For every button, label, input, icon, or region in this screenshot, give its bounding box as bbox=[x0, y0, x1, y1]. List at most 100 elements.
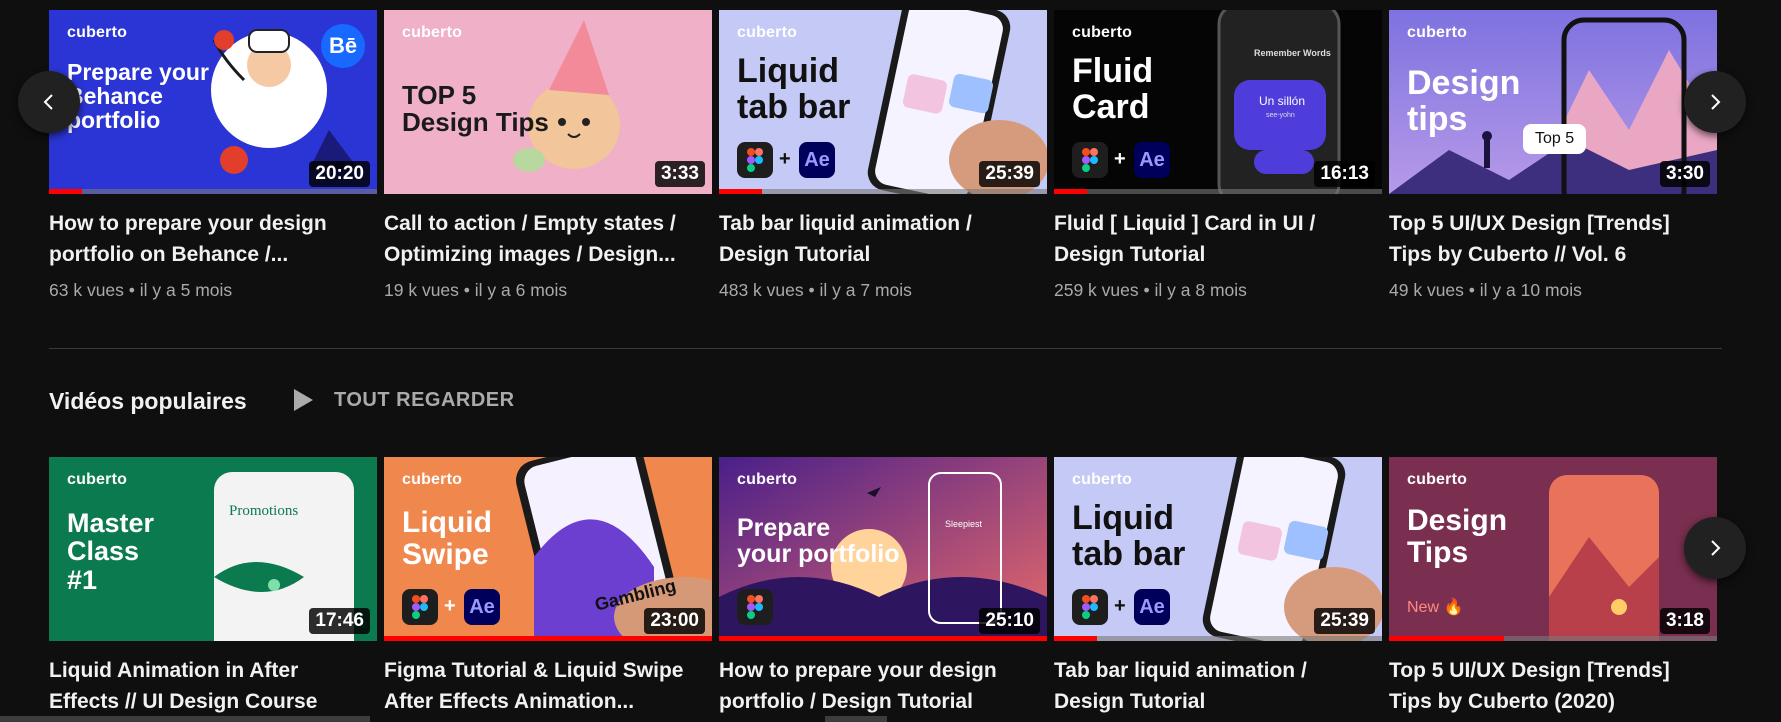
video-thumbnail[interactable]: cuberto Liquid tab bar + Ae 25:39 bbox=[719, 10, 1047, 194]
video-thumbnail[interactable]: cuberto Prepare your Behance portfolio B… bbox=[49, 10, 377, 194]
watch-progress bbox=[719, 189, 1047, 194]
shelf-next-button[interactable] bbox=[1684, 71, 1746, 133]
video-meta: 483 k vues • il y a 7 mois bbox=[719, 280, 912, 300]
video-thumbnail[interactable]: cuberto Liquid tab bar + Ae 25:39 bbox=[1054, 457, 1382, 641]
video-card[interactable]: cuberto Promotions Master Class #1 17:46… bbox=[49, 457, 377, 717]
shelf-prev-button[interactable] bbox=[18, 71, 80, 133]
upload-age: il y a 8 mois bbox=[1154, 280, 1247, 300]
video-duration: 20:20 bbox=[309, 161, 370, 187]
video-title[interactable]: Tab bar liquid animation / Design Tutori… bbox=[1054, 655, 1372, 717]
video-thumbnail[interactable]: cuberto Promotions Master Class #1 17:46 bbox=[49, 457, 377, 641]
video-card[interactable]: cuberto Prepare your Behance portfolio B… bbox=[49, 10, 377, 301]
plus-icon: + bbox=[779, 148, 791, 170]
video-card[interactable]: cuberto Design tips Top 5 3:30 Top 5 UI/… bbox=[1389, 10, 1717, 301]
thumbnail-headline: Fluid Card bbox=[1072, 52, 1154, 126]
video-thumbnail[interactable]: cuberto Design tips Top 5 3:30 bbox=[1389, 10, 1717, 194]
screen-title: Promotions bbox=[229, 503, 299, 519]
video-thumbnail[interactable]: cuberto Liquid Swipe Gambling + Ae 23:00 bbox=[384, 457, 712, 641]
upload-age: il y a 5 mois bbox=[139, 280, 233, 300]
video-meta: 259 k vues • il y a 8 mois bbox=[1054, 280, 1247, 300]
brand-label: cuberto bbox=[737, 24, 798, 41]
upload-age: il y a 7 mois bbox=[819, 280, 912, 300]
video-title[interactable]: How to prepare your design portfolio on … bbox=[49, 208, 367, 270]
video-title[interactable]: Top 5 UI/UX Design [Trends] Tips by Cube… bbox=[1389, 208, 1707, 270]
chevron-right-icon bbox=[1711, 94, 1721, 110]
video-thumbnail[interactable]: cuberto TOP 5 Design Tips 3:33 bbox=[384, 10, 712, 194]
video-thumbnail[interactable]: cuberto Prepare your portfolio Sleepiest… bbox=[719, 457, 1047, 641]
new-tag: New 🔥 bbox=[1407, 599, 1464, 616]
after-effects-logo-icon: Ae bbox=[1134, 589, 1170, 625]
brand-label: cuberto bbox=[402, 24, 463, 41]
watch-progress bbox=[1054, 636, 1382, 641]
thumbnail-headline: Prepare your Behance portfolio bbox=[67, 59, 209, 134]
video-duration: 25:10 bbox=[979, 608, 1040, 634]
video-duration: 25:39 bbox=[979, 161, 1040, 187]
phone-word: Un sillón bbox=[1259, 94, 1306, 108]
video-card[interactable]: cuberto Liquid Swipe Gambling + Ae 23:00… bbox=[384, 457, 712, 717]
video-card[interactable]: cuberto Liquid tab bar + Ae 25:39 Tab ba… bbox=[1054, 457, 1382, 717]
video-card[interactable]: cuberto Liquid tab bar + Ae 25:39 Tab ba… bbox=[719, 10, 1047, 301]
thumbnail-headline: Liquid tab bar bbox=[737, 52, 851, 126]
horizontal-scrollbar-segment[interactable] bbox=[825, 716, 887, 722]
video-duration: 3:30 bbox=[1659, 161, 1710, 187]
video-title[interactable]: Tab bar liquid animation / Design Tutori… bbox=[719, 208, 1037, 270]
figma-logo-icon bbox=[1072, 142, 1108, 178]
after-effects-logo-icon: Ae bbox=[799, 142, 835, 178]
play-all-button[interactable]: TOUT REGARDER bbox=[292, 388, 515, 412]
video-thumbnail[interactable]: cuberto Fluid Card Remember Words Un sil… bbox=[1054, 10, 1382, 194]
video-duration: 16:13 bbox=[1314, 161, 1375, 187]
thumbnail-headline: Liquid tab bar bbox=[1072, 499, 1186, 573]
thumbnail-headline: Master Class #1 bbox=[67, 508, 155, 595]
video-title[interactable]: Top 5 UI/UX Design [Trends] Tips by Cube… bbox=[1389, 655, 1707, 717]
video-title[interactable]: Liquid Animation in After Effects // UI … bbox=[49, 655, 367, 717]
brand-label: cuberto bbox=[67, 471, 128, 488]
horizontal-scrollbar-thumb[interactable] bbox=[0, 716, 370, 722]
phone-subtext: see-yohn bbox=[1266, 112, 1295, 119]
video-duration: 17:46 bbox=[309, 608, 370, 634]
brand-label: cuberto bbox=[1407, 471, 1468, 488]
view-count: 259 k vues bbox=[1054, 280, 1139, 300]
plus-icon: + bbox=[444, 595, 456, 617]
view-count: 483 k vues bbox=[719, 280, 804, 300]
watch-progress bbox=[1054, 189, 1382, 194]
video-thumbnail[interactable]: cuberto Design Tips New 🔥 3:18 bbox=[1389, 457, 1717, 641]
video-title[interactable]: Fluid [ Liquid ] Card in UI / Design Tut… bbox=[1054, 208, 1372, 270]
phone-caption: Remember Words bbox=[1254, 48, 1331, 58]
video-title[interactable]: Call to action / Empty states / Optimizi… bbox=[384, 208, 702, 270]
view-count: 19 k vues bbox=[384, 280, 459, 300]
figma-logo-icon bbox=[1072, 589, 1108, 625]
video-duration: 23:00 bbox=[644, 608, 705, 634]
video-card[interactable]: cuberto Design Tips New 🔥 3:18 Top 5 UI/… bbox=[1389, 457, 1717, 717]
thumbnail-headline: Prepare your portfolio bbox=[737, 514, 900, 569]
play-all-label: TOUT REGARDER bbox=[334, 388, 515, 411]
watch-progress bbox=[384, 636, 712, 641]
thumbnail-headline: Design tips bbox=[1407, 64, 1521, 138]
video-title[interactable]: Figma Tutorial & Liquid Swipe After Effe… bbox=[384, 655, 702, 717]
phone-text: Sleepiest bbox=[945, 519, 983, 529]
video-card[interactable]: cuberto TOP 5 Design Tips 3:33 Call to a… bbox=[384, 10, 712, 301]
brand-label: cuberto bbox=[1407, 24, 1468, 41]
shelf-next-button[interactable] bbox=[1684, 517, 1746, 579]
video-card[interactable]: cuberto Fluid Card Remember Words Un sil… bbox=[1054, 10, 1382, 301]
view-count: 49 k vues bbox=[1389, 280, 1464, 300]
watch-progress bbox=[719, 636, 1047, 641]
brand-label: cuberto bbox=[67, 24, 128, 41]
upload-age: il y a 10 mois bbox=[1479, 280, 1582, 300]
brand-label: cuberto bbox=[402, 471, 463, 488]
video-title[interactable]: How to prepare your design portfolio / D… bbox=[719, 655, 1037, 717]
brand-label: cuberto bbox=[1072, 24, 1133, 41]
thumbnail-headline: Design Tips bbox=[1407, 504, 1508, 569]
watch-progress bbox=[49, 189, 377, 194]
video-meta: 49 k vues • il y a 10 mois bbox=[1389, 280, 1582, 300]
plus-icon: + bbox=[1114, 148, 1126, 170]
figma-logo-icon bbox=[737, 142, 773, 178]
upload-age: il y a 6 mois bbox=[474, 280, 568, 300]
video-duration: 3:33 bbox=[654, 161, 705, 187]
section-title[interactable]: Vidéos populaires bbox=[49, 388, 247, 415]
after-effects-logo-icon: Ae bbox=[1134, 142, 1170, 178]
video-card[interactable]: cuberto Prepare your portfolio Sleepiest… bbox=[719, 457, 1047, 717]
behance-logo-icon: Bē bbox=[321, 24, 365, 68]
video-meta: 63 k vues • il y a 5 mois bbox=[49, 280, 233, 300]
brand-label: cuberto bbox=[737, 471, 798, 488]
view-count: 63 k vues bbox=[49, 280, 124, 300]
